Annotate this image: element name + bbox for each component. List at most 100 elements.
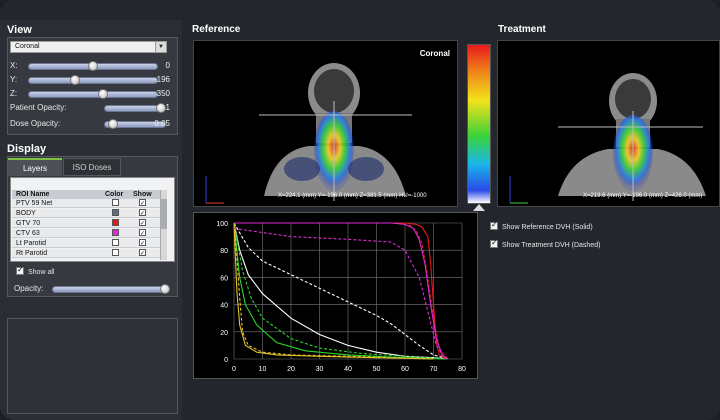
chevron-down-icon[interactable]: ▼	[155, 42, 166, 52]
show-all-checkbox[interactable]: Show all	[16, 265, 55, 276]
opacity-knob[interactable]	[160, 284, 170, 294]
roi-color-swatch[interactable]	[112, 209, 119, 216]
slider-label: Z:	[10, 89, 18, 98]
reference-ct-image	[205, 63, 412, 204]
column-show: Show	[133, 191, 152, 198]
table-row[interactable]: GTV 70 ✓	[12, 219, 160, 228]
slider-value: 350	[156, 89, 170, 98]
slider-value: 0	[165, 61, 170, 70]
slider-label: Y:	[10, 75, 18, 84]
x-tick-label: 20	[287, 366, 295, 373]
orientation-label: Coronal	[419, 49, 450, 58]
show-reference-dvh-label: Show Reference DVH (Solid)	[502, 224, 593, 231]
reference-view[interactable]: Coronal X=224.1 (mm) Y=-196.0 (mm) Z=381…	[193, 40, 458, 207]
treatment-title: Treatment	[498, 24, 546, 35]
table-row[interactable]: Lt Parotid ✓	[12, 239, 160, 248]
slider-knob[interactable]	[97, 89, 108, 99]
y-tick-label: 100	[216, 221, 228, 228]
reference-coord-readout: X=224.1 (mm) Y=-196.0 (mm) Z=381.5 (mm) …	[278, 193, 427, 199]
roi-show-checkbox[interactable]: ✓	[139, 229, 146, 237]
slider-value: 0.05	[154, 119, 170, 128]
slider-y[interactable]: Y: -196	[10, 74, 176, 86]
roi-show-checkbox[interactable]: ✓	[139, 249, 146, 257]
slider-knob[interactable]	[70, 75, 80, 85]
slider-z[interactable]: Z: 350	[10, 88, 176, 100]
table-row[interactable]: Rt Parotid ✓	[12, 249, 160, 258]
roi-name: BODY	[16, 210, 36, 217]
dvh-series-line	[234, 222, 449, 360]
y-tick-label: 0	[224, 357, 228, 364]
slider-label: Patient Opacity:	[10, 103, 67, 112]
opacity-slider[interactable]: Opacity:	[14, 283, 174, 295]
dvh-series-line	[233, 227, 446, 360]
show-treatment-dvh-label: Show Treatment DVH (Dashed)	[502, 242, 601, 249]
x-tick-label: 70	[430, 366, 438, 373]
slider-track[interactable]	[28, 77, 158, 84]
roi-name: CTV 63	[16, 230, 40, 237]
roi-color-swatch[interactable]	[112, 219, 119, 226]
roi-show-checkbox[interactable]: ✓	[139, 239, 146, 247]
tab-iso-doses[interactable]: ISO Doses	[63, 158, 121, 176]
slider-knob[interactable]	[88, 61, 98, 71]
view-section-title: View	[7, 24, 32, 36]
column-color: Color	[105, 191, 124, 198]
roi-name: PTV 59 Net	[16, 200, 53, 207]
dvh-series-line	[233, 222, 434, 360]
table-row[interactable]: CTV 63 ✓	[12, 229, 160, 238]
roi-name: Rt Parotid	[16, 250, 48, 257]
show-all-label: Show all	[28, 269, 55, 276]
roi-table-scrollbar[interactable]	[160, 190, 167, 260]
slider-knob[interactable]	[156, 103, 166, 113]
checkbox-icon[interactable]	[490, 238, 498, 248]
roi-color-swatch[interactable]	[112, 249, 119, 256]
y-tick-label: 60	[220, 275, 228, 282]
y-tick-label: 20	[220, 330, 228, 337]
display-section-title: Display	[7, 143, 47, 155]
reference-title: Reference	[192, 24, 241, 35]
slider-patientopacity[interactable]: Patient Opacity: 1	[10, 102, 176, 114]
app-window: View Coronal ▼ X: 0 Y: -196 Z: 350 Patient Opa…	[0, 0, 720, 420]
table-row[interactable]: BODY ✓	[12, 209, 160, 218]
x-tick-label: 60	[401, 366, 409, 373]
y-tick-label: 40	[220, 303, 228, 310]
roi-name: GTV 70	[16, 220, 41, 227]
x-tick-label: 10	[259, 366, 267, 373]
x-tick-label: 40	[344, 366, 352, 373]
opacity-track[interactable]	[52, 286, 170, 293]
dvh-series-line	[234, 222, 448, 360]
slider-track[interactable]	[28, 91, 158, 98]
scrollbar-thumb[interactable]	[161, 199, 167, 229]
slider-label: X:	[10, 61, 18, 70]
dvh-chart: 0 10 20 30 40 50 60 70 80 0 20 40 60 80 100	[193, 212, 478, 379]
checkbox-icon[interactable]	[16, 265, 24, 275]
roi-color-swatch[interactable]	[112, 229, 119, 236]
table-row[interactable]: PTV 59 Net ✓	[12, 199, 160, 208]
x-tick-label: 30	[316, 366, 324, 373]
treatment-ct-image	[509, 73, 706, 204]
tab-layers[interactable]: Layers	[8, 158, 62, 176]
roi-show-checkbox[interactable]: ✓	[139, 199, 146, 207]
dose-color-scale	[467, 44, 491, 204]
x-tick-label: 80	[458, 366, 466, 373]
dvh-series-line	[233, 222, 434, 360]
roi-name: Lt Parotid	[16, 240, 46, 247]
roi-color-swatch[interactable]	[112, 199, 119, 206]
x-tick-label: 0	[232, 366, 236, 373]
dvh-series-line	[233, 222, 448, 360]
opacity-label: Opacity:	[14, 284, 44, 293]
dvh-chart-svg: 0 10 20 30 40 50 60 70 80 0 20 40 60 80 100	[216, 221, 466, 373]
slider-value: 1	[165, 103, 170, 112]
checkbox-icon[interactable]	[490, 220, 498, 230]
orientation-select[interactable]: Coronal ▼	[10, 41, 167, 53]
show-reference-dvh-checkbox[interactable]: Show Reference DVH (Solid)	[490, 220, 593, 231]
treatment-coord-readout: X=219.6 (mm) Y=-196.0 (mm) Z=426.0 (mm)	[583, 193, 703, 199]
show-treatment-dvh-checkbox[interactable]: Show Treatment DVH (Dashed)	[490, 238, 601, 249]
scale-marker-icon[interactable]	[473, 204, 485, 211]
roi-show-checkbox[interactable]: ✓	[139, 219, 146, 227]
roi-show-checkbox[interactable]: ✓	[139, 209, 146, 217]
slider-x[interactable]: X: 0	[10, 60, 176, 72]
dvh-series-line	[234, 222, 449, 360]
roi-color-swatch[interactable]	[112, 239, 119, 246]
slider-doseopacity[interactable]: Dose Opacity: 0.05	[10, 118, 176, 130]
treatment-view[interactable]: X=219.6 (mm) Y=-196.0 (mm) Z=426.0 (mm)	[497, 40, 720, 207]
